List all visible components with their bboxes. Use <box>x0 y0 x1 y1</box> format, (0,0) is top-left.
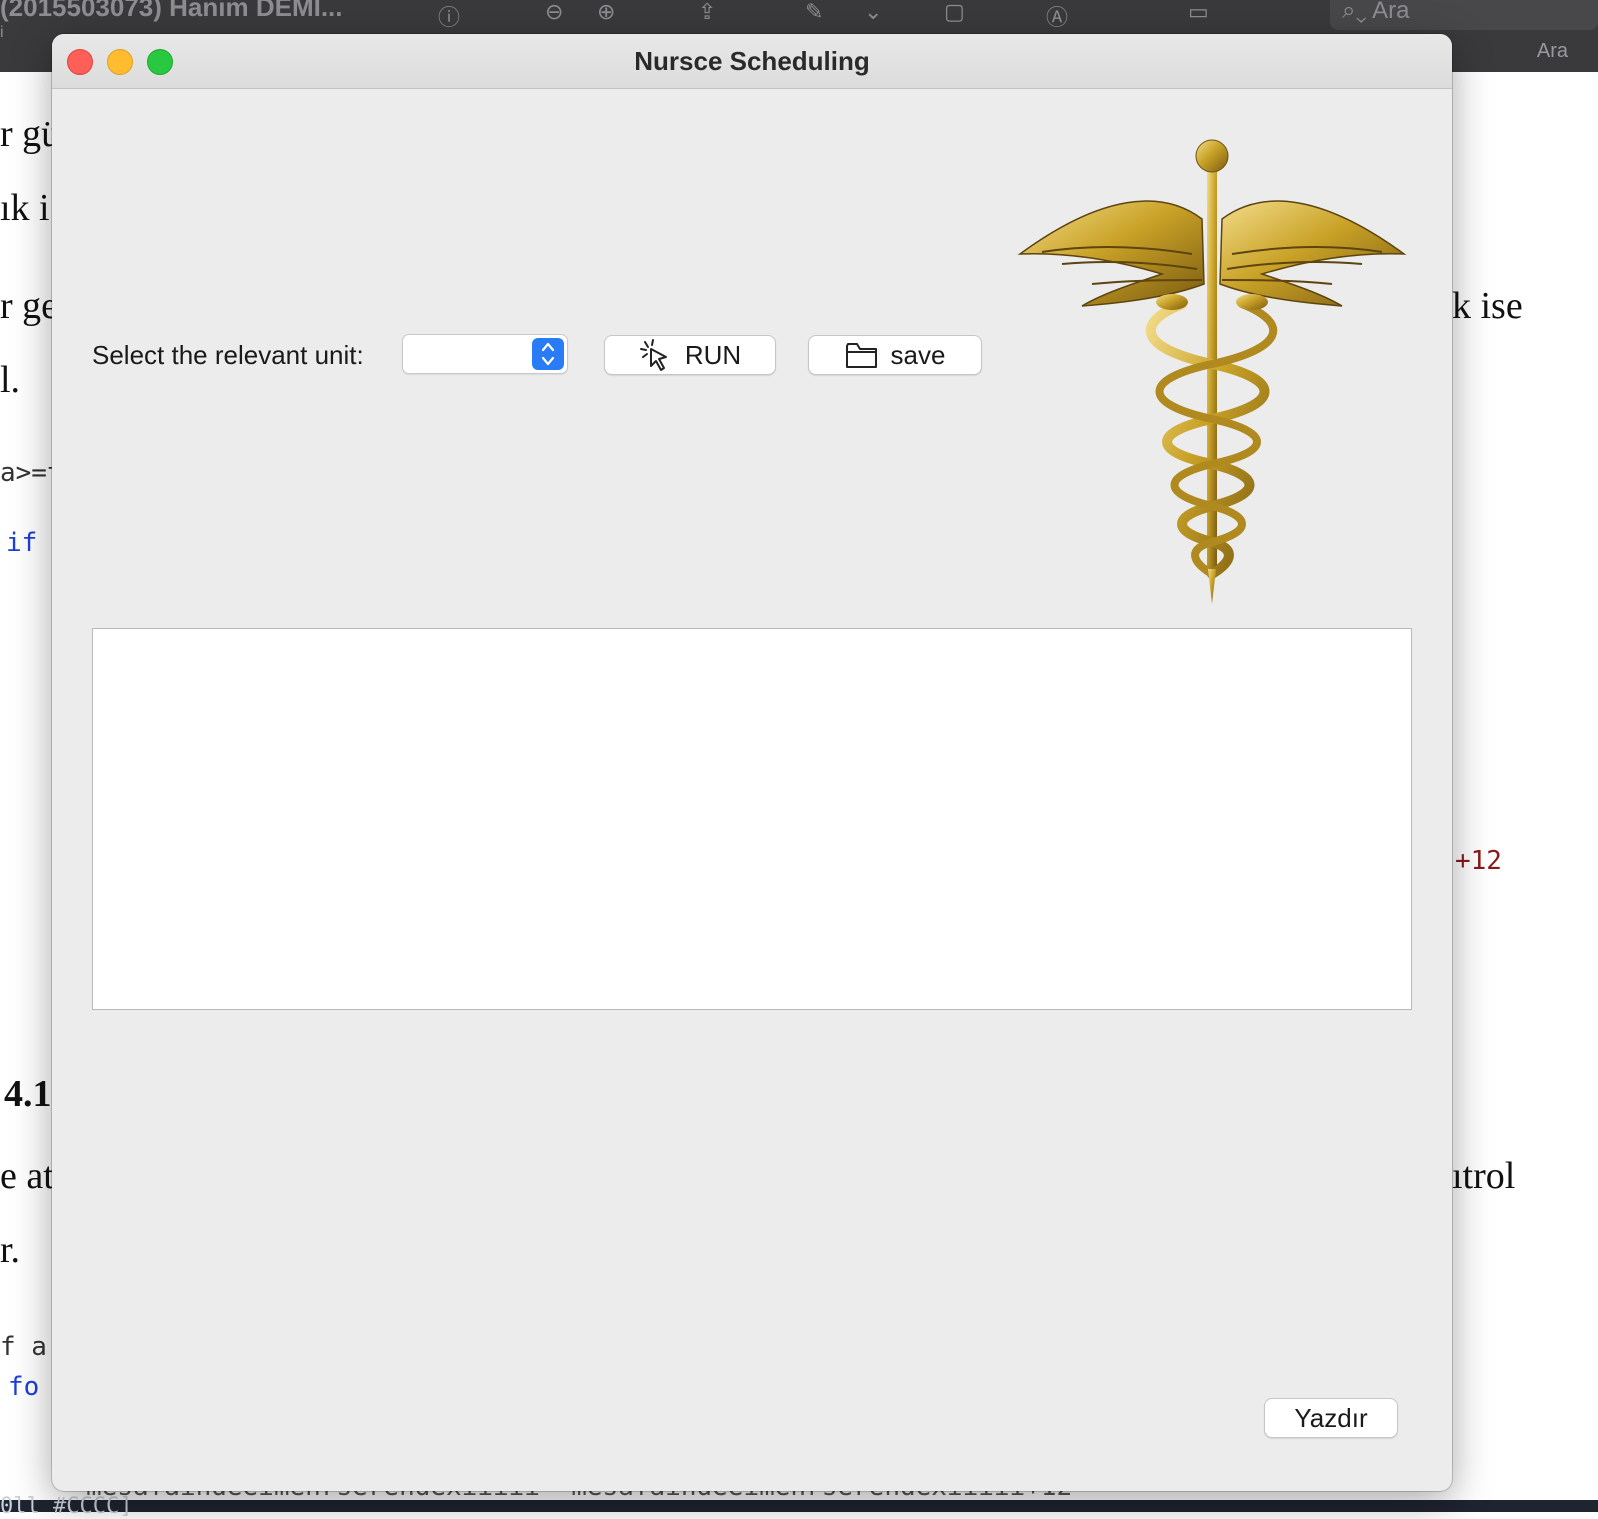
nurse-scheduling-window: Nursce Scheduling Select the relevant un… <box>52 34 1452 1491</box>
code-fragment: if <box>6 528 38 558</box>
doc-fragment: ıtrol <box>1452 1155 1516 1197</box>
doc-fragment: r ge <box>0 285 59 327</box>
doc-fragment: 4.1 <box>4 1073 52 1115</box>
signature-icon[interactable]: ▭ <box>1188 0 1209 25</box>
background-status-bar <box>0 1500 1598 1512</box>
rotate-icon[interactable]: ▢ <box>944 0 965 25</box>
info-icon[interactable]: ⓘ <box>438 0 460 32</box>
share-icon[interactable]: ⇪ <box>698 0 716 25</box>
doc-fragment: k ise <box>1452 285 1523 327</box>
background-search-field[interactable]: ⌕⌄ Ara <box>1330 0 1598 30</box>
print-button[interactable]: Yazdır <box>1264 1398 1398 1438</box>
window-title: Nursce Scheduling <box>634 46 870 76</box>
chevron-down-icon[interactable]: ⌄ <box>864 0 882 25</box>
background-search-label: Ara <box>1536 40 1568 62</box>
window-titlebar[interactable]: Nursce Scheduling <box>52 34 1452 89</box>
doc-fragment: l. <box>0 359 21 401</box>
background-status-text: 0ll #CCCC] <box>0 1494 133 1519</box>
doc-fragment: e at <box>0 1155 54 1197</box>
run-label: RUN <box>684 339 742 370</box>
output-text-area[interactable] <box>92 628 1412 1010</box>
caduceus-icon <box>1012 134 1412 604</box>
unit-label: Select the relevant unit: <box>92 340 364 370</box>
annotate-icon[interactable]: Ⓐ <box>1046 0 1068 32</box>
cursor-click-icon <box>639 338 673 372</box>
zoom-in-icon[interactable]: ⊕ <box>597 0 615 25</box>
unit-select[interactable] <box>402 334 568 374</box>
run-button[interactable]: RUN <box>604 335 776 375</box>
code-fragment: f a <box>0 1332 47 1362</box>
folder-icon <box>845 340 879 370</box>
chevron-up-down-icon <box>532 338 564 370</box>
code-fragment: fo <box>8 1372 40 1402</box>
background-window-title: (2015503073) Hanım DEMİ... <box>0 0 343 22</box>
doc-fragment: ık i <box>0 187 50 229</box>
save-button[interactable]: save <box>808 335 982 375</box>
code-fragment: +12 <box>1455 846 1502 876</box>
markup-pen-icon[interactable]: ✎ <box>805 0 823 25</box>
doc-fragment: r. <box>0 1229 21 1271</box>
background-window-subtitle: i <box>0 24 4 41</box>
save-label: save <box>890 339 946 370</box>
zoom-out-icon[interactable]: ⊖ <box>545 0 563 25</box>
search-icon: ⌕⌄ <box>1342 0 1373 24</box>
